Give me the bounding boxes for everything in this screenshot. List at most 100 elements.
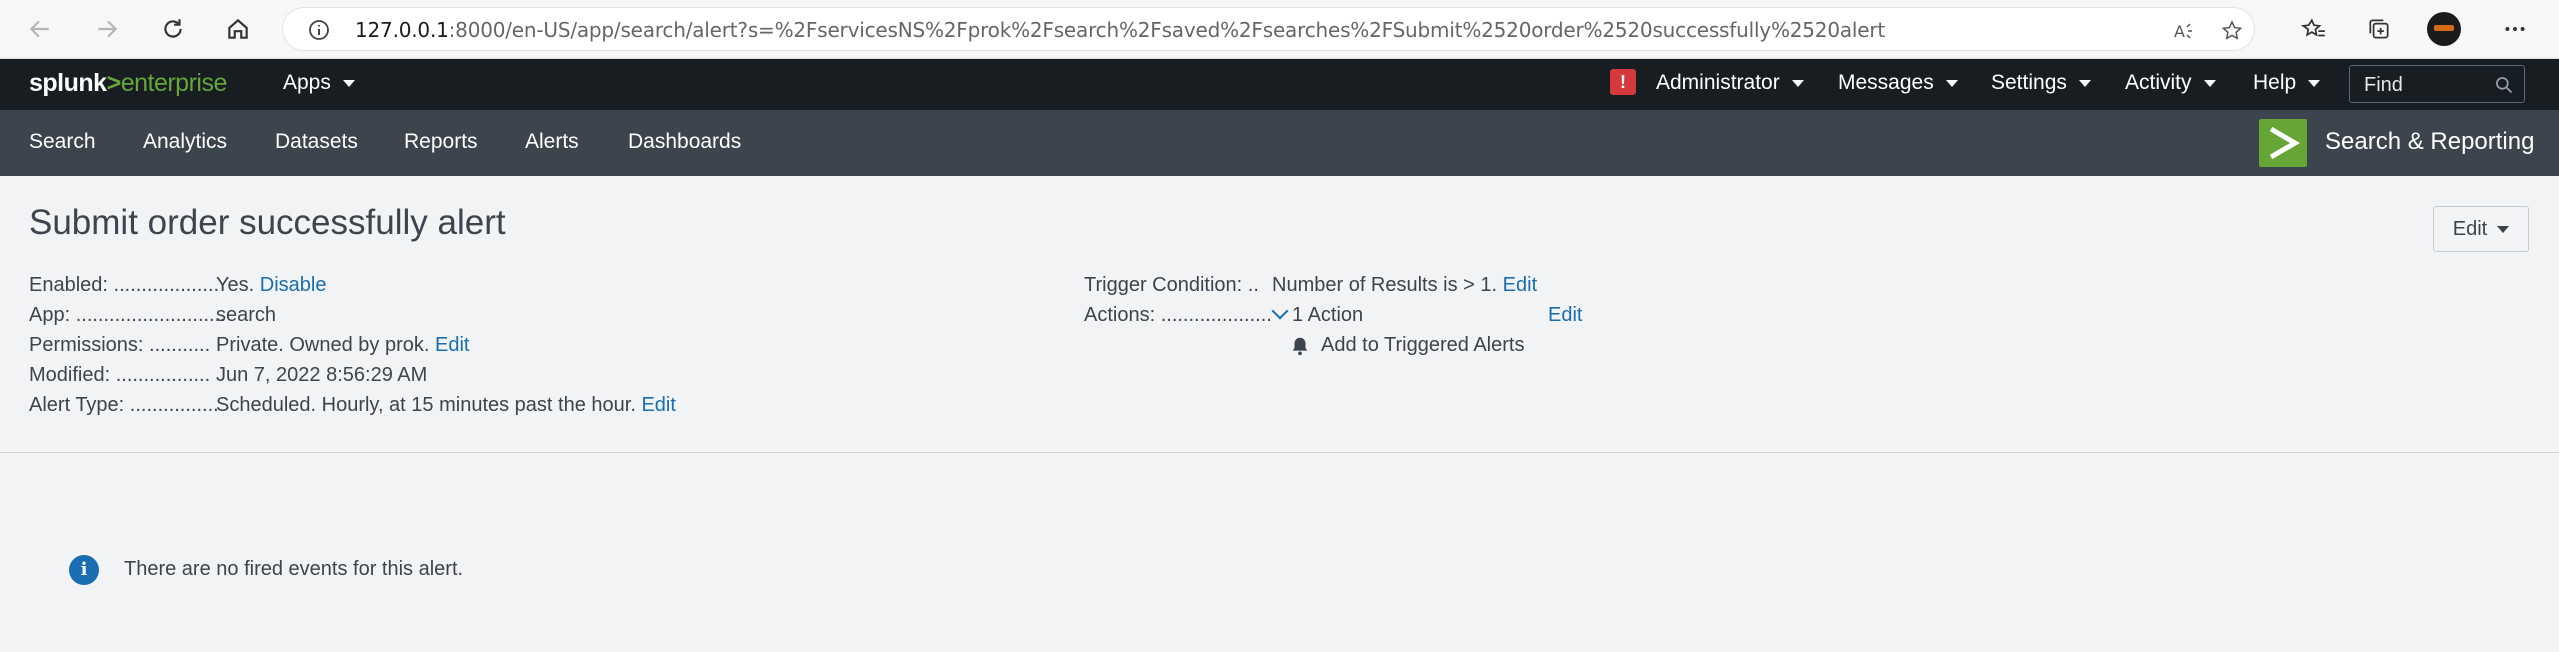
- chevron-right-icon: [2269, 126, 2300, 160]
- avatar: [2427, 12, 2461, 46]
- forward-button[interactable]: [91, 13, 123, 45]
- apps-menu-label: Apps: [283, 71, 331, 94]
- app-value: search: [216, 304, 277, 326]
- actions-label: Actions: ....................: [1084, 304, 1272, 326]
- collections-icon: [2369, 19, 2389, 39]
- actions-toggle[interactable]: 1 Action: [1271, 302, 1364, 327]
- reload-icon: [164, 19, 182, 38]
- alert-type-value-group: Scheduled. Hourly, at 15 minutes past th…: [216, 394, 676, 417]
- administrator-menu[interactable]: Administrator: [1656, 71, 1804, 95]
- caret-down-icon: [2308, 79, 2321, 87]
- enabled-value: Yes.: [216, 274, 255, 296]
- app-logo[interactable]: [2259, 119, 2307, 167]
- nav-alerts[interactable]: Alerts: [525, 130, 579, 154]
- trigger-edit-link[interactable]: Edit: [1503, 274, 1537, 296]
- help-menu[interactable]: Help: [2253, 71, 2321, 95]
- caret-down-icon: [342, 79, 355, 87]
- edit-button-label: Edit: [2452, 217, 2488, 240]
- help-menu-label: Help: [2253, 71, 2297, 94]
- app-bar: Search Analytics Datasets Reports Alerts…: [0, 110, 2559, 176]
- message-alert-badge[interactable]: !: [1610, 69, 1636, 95]
- nav-dashboards[interactable]: Dashboards: [628, 130, 741, 154]
- nav-datasets[interactable]: Datasets: [275, 130, 358, 154]
- logo-gt-text: >: [106, 69, 122, 97]
- modified-row: Modified: ................. Jun 7, 2022 …: [29, 364, 427, 387]
- add-favorite-button[interactable]: [2218, 17, 2246, 45]
- splunk-logo[interactable]: splunk>enterprise: [29, 69, 227, 98]
- more-options-button[interactable]: [2498, 12, 2532, 46]
- trigger-label: Trigger Condition: ..: [1084, 274, 1259, 296]
- actions-row: Actions: .................... 1 Action E…: [1084, 302, 1582, 327]
- messages-menu-label: Messages: [1838, 71, 1934, 94]
- favorites-button[interactable]: [2297, 12, 2331, 46]
- alert-type-edit-link[interactable]: Edit: [641, 394, 675, 416]
- svg-text:A: A: [2174, 22, 2185, 41]
- address-bar[interactable]: 127.0.0.1:8000/en-US/app/search/alert?s=…: [282, 7, 2255, 51]
- read-aloud-button[interactable]: A: [2170, 17, 2198, 45]
- read-aloud-icon: A: [2174, 22, 2192, 41]
- back-button[interactable]: [24, 13, 56, 45]
- app-label: App: ...........................: [29, 304, 226, 326]
- alert-type-label: Alert Type: ................: [29, 394, 219, 416]
- edit-button[interactable]: Edit: [2433, 206, 2529, 252]
- profile-button[interactable]: [2427, 12, 2461, 46]
- caret-down-icon: [1791, 79, 1804, 87]
- app-row: App: ........................... search: [29, 304, 276, 327]
- apps-menu[interactable]: Apps: [283, 71, 355, 95]
- favorites-icon: [2301, 18, 2325, 37]
- chevron-down-icon: [1271, 302, 1289, 320]
- divider: [0, 452, 2559, 453]
- url-text[interactable]: 127.0.0.1:8000/en-US/app/search/alert?s=…: [355, 18, 1885, 42]
- url-host: 127.0.0.1: [355, 18, 449, 42]
- alert-type-row: Alert Type: ................ Scheduled. …: [29, 394, 676, 417]
- caret-down-icon: [2203, 79, 2216, 87]
- permissions-label: Permissions: ...........: [29, 334, 211, 356]
- info-icon: i: [69, 555, 99, 585]
- activity-menu-label: Activity: [2125, 71, 2192, 94]
- forward-arrow-icon: [98, 20, 118, 38]
- settings-menu[interactable]: Settings: [1991, 71, 2091, 95]
- splunk-header: splunk>enterprise Apps ! Administrator M…: [0, 59, 2559, 110]
- caret-down-icon: [2497, 225, 2510, 233]
- page-title: Submit order successfully alert: [29, 203, 506, 242]
- home-icon: [228, 18, 248, 39]
- activity-menu[interactable]: Activity: [2125, 71, 2216, 95]
- browser-toolbar: 127.0.0.1:8000/en-US/app/search/alert?s=…: [0, 0, 2559, 59]
- caret-down-icon: [1945, 79, 1958, 87]
- no-events-message: There are no fired events for this alert…: [124, 558, 464, 580]
- enabled-row: Enabled: ................... Yes. Disabl…: [29, 274, 326, 297]
- url-path: :8000/en-US/app/search/alert?s=%2Fservic…: [448, 18, 1886, 42]
- bell-icon: [1292, 337, 1308, 356]
- settings-menu-label: Settings: [1991, 71, 2067, 94]
- messages-menu[interactable]: Messages: [1838, 71, 1958, 95]
- action-item-label: Add to Triggered Alerts: [1321, 334, 1525, 356]
- find-input[interactable]: [2362, 73, 2496, 97]
- star-add-icon: [2221, 20, 2243, 40]
- site-info-icon[interactable]: [307, 18, 331, 42]
- actions-value: 1 Action: [1292, 304, 1364, 326]
- enabled-value-group: Yes. Disable: [216, 274, 326, 297]
- disable-link[interactable]: Disable: [260, 274, 327, 296]
- permissions-value-group: Private. Owned by prok. Edit: [216, 334, 469, 357]
- administrator-menu-label: Administrator: [1656, 71, 1780, 94]
- nav-search[interactable]: Search: [29, 130, 96, 154]
- actions-edit-link[interactable]: Edit: [1548, 304, 1582, 327]
- home-button[interactable]: [222, 13, 254, 45]
- collections-button[interactable]: [2362, 12, 2396, 46]
- modified-value: Jun 7, 2022 8:56:29 AM: [216, 364, 428, 386]
- permissions-edit-link[interactable]: Edit: [435, 334, 469, 356]
- caret-down-icon: [2078, 79, 2091, 87]
- trigger-value: Number of Results is > 1.: [1272, 274, 1498, 296]
- nav-reports[interactable]: Reports: [404, 130, 478, 154]
- permissions-row: Permissions: ........... Private. Owned …: [29, 334, 469, 357]
- permissions-value: Private. Owned by prok.: [216, 334, 430, 356]
- nav-analytics[interactable]: Analytics: [143, 130, 227, 154]
- logo-enterprise-text: enterprise: [120, 69, 228, 97]
- reload-button[interactable]: [157, 13, 189, 45]
- logo-splunk-text: splunk: [29, 69, 107, 97]
- ellipsis-icon: [2505, 27, 2525, 31]
- app-title[interactable]: Search & Reporting: [2325, 128, 2534, 156]
- trigger-row: Trigger Condition: .. Number of Results …: [1084, 274, 1537, 297]
- find-box: [2349, 65, 2525, 103]
- search-icon[interactable]: [2494, 75, 2514, 95]
